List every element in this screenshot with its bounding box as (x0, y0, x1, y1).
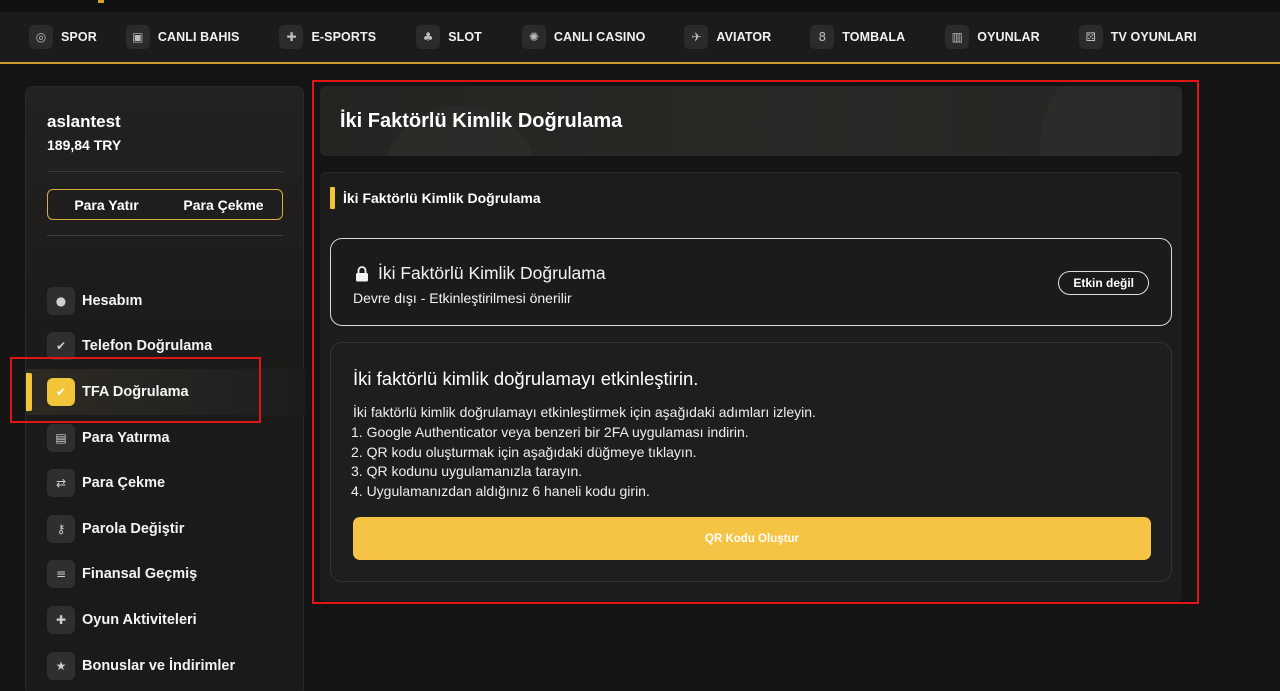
page-header: İki Faktörlü Kimlik Doğrulama (320, 86, 1182, 156)
sidebar-item-tfa-dogrulama[interactable]: ✔ TFA Doğrulama (26, 369, 305, 415)
status-title: İki Faktörlü Kimlik Doğrulama (378, 263, 606, 283)
cherry-icon: ♣ (416, 25, 441, 49)
nav-label: SPOR (61, 30, 97, 44)
bingo-ball-icon: 8 (810, 25, 835, 49)
star-icon: ★ (47, 651, 75, 680)
setup-intro: İki faktörlü kimlik doğrulamayı etkinleş… (353, 404, 816, 420)
key-icon: ⚷ (47, 514, 75, 543)
sidebar-item-label: Telefon Doğrulama (82, 338, 213, 355)
basketball-icon: ◎ (29, 25, 53, 49)
nav-item-canli-bahis[interactable]: ▣ CANLI BAHIS (125, 11, 240, 63)
verified-badge-icon: ✔ (47, 332, 75, 361)
sidebar-item-label: Oyun Aktiviteleri (82, 611, 197, 628)
nav-item-canli-casino[interactable]: ✺ CANLI CASINO (521, 11, 646, 63)
sidebar-menu: ● Hesabım ✔ Telefon Doğrulama ✔ TFA Doğr… (26, 278, 305, 688)
sidebar-item-label: Para Çekme (82, 475, 166, 492)
sidebar-item-bonuslar[interactable]: ★ Bonuslar ve İndirimler (26, 643, 305, 689)
balance: 189,84 TRY (47, 137, 122, 153)
user-icon: ● (47, 286, 75, 315)
nav-item-tv-oyunlari[interactable]: ⚄ TV OYUNLARI (1078, 11, 1197, 63)
setup-title: İki faktörlü kimlik doğrulamayı etkinleş… (353, 368, 699, 389)
nav-label: TV OYUNLARI (1110, 30, 1197, 44)
category-navbar: ◎ SPOR ▣ CANLI BAHIS ✚ E-SPORTS ♣ SLOT ✺… (0, 12, 1280, 64)
wallet-icon: ▤ (47, 423, 75, 452)
nav-item-spor[interactable]: ◎ SPOR (29, 11, 97, 63)
coins-icon: ≡ (47, 560, 75, 589)
divider (47, 235, 283, 236)
nav-label: CANLI CASINO (553, 30, 646, 44)
exchange-icon: ⇄ (47, 469, 75, 498)
status-badge: Etkin değil (1058, 271, 1149, 295)
list-item: 2. QR kodu oluşturmak için aşağıdaki düğ… (351, 443, 697, 460)
section-title-text: İki Faktörlü Kimlik Doğrulama (343, 190, 541, 206)
gamepad-icon: ✚ (279, 25, 304, 49)
logo-fragment (98, 0, 104, 3)
dice-icon: ⚄ (1078, 25, 1103, 49)
nav-label: AVIATOR (716, 30, 772, 44)
sidebar-item-parola-degistir[interactable]: ⚷ Parola Değiştir (26, 506, 305, 552)
divider (47, 171, 283, 172)
deposit-button[interactable]: Para Yatır (48, 190, 165, 219)
sidebar-item-para-yatirma[interactable]: ▤ Para Yatırma (26, 415, 305, 461)
nav-item-aviator[interactable]: ✈ AVIATOR (684, 11, 771, 63)
check-circle-icon: ✔ (47, 377, 75, 406)
list-item: 1. Google Authenticator veya benzeri bir… (351, 424, 749, 440)
nav-item-slot[interactable]: ♣ SLOT (416, 11, 482, 63)
sidebar-item-label: Bonuslar ve İndirimler (82, 657, 236, 674)
nav-label: TOMBALA (842, 30, 906, 44)
decorative-shape (1040, 86, 1182, 156)
sidebar-item-label: Hesabım (82, 292, 143, 309)
sidebar-item-label: Para Yatırma (82, 429, 170, 446)
nav-item-e-sports[interactable]: ✚ E-SPORTS (279, 11, 376, 63)
withdraw-button[interactable]: Para Çekme (165, 190, 282, 219)
nav-item-tombala[interactable]: 8 TOMBALA (810, 11, 905, 63)
section-title: İki Faktörlü Kimlik Doğrulama (330, 187, 541, 209)
tfa-status-card: İki Faktörlü Kimlik Doğrulama Devre dışı… (330, 238, 1172, 326)
sidebar-item-label: Parola Değiştir (82, 520, 185, 537)
airplane-icon: ✈ (684, 25, 709, 49)
nav-label: SLOT (448, 30, 482, 44)
account-sidebar: aslantest 189,84 TRY Para Yatır Para Çek… (25, 86, 305, 691)
sidebar-item-oyun-aktiviteleri[interactable]: ✚ Oyun Aktiviteleri (26, 597, 305, 643)
tfa-setup-card: İki faktörlü kimlik doğrulamayı etkinleş… (330, 342, 1172, 582)
sidebar-item-hesabim[interactable]: ● Hesabım (26, 278, 305, 324)
nav-item-oyunlar[interactable]: ▥ OYUNLAR (945, 11, 1040, 63)
list-item: 3. QR kodunu uygulamanızla tarayın. (351, 463, 583, 479)
setup-steps: 1. Google Authenticator veya benzeri bir… (351, 423, 749, 501)
nav-label: OYUNLAR (977, 30, 1040, 44)
gamepad-icon: ✚ (47, 605, 75, 634)
sidebar-item-finansal-gecmis[interactable]: ≡ Finansal Geçmiş (26, 552, 305, 598)
sidebar-item-telefon-dogrulama[interactable]: ✔ Telefon Doğrulama (26, 324, 305, 370)
sidebar-item-label: TFA Doğrulama (82, 383, 189, 400)
nav-label: CANLI BAHIS (157, 30, 240, 44)
lock-icon (356, 266, 368, 282)
tfa-panel: İki Faktörlü Kimlik Doğrulama İki Faktör… (320, 172, 1182, 602)
status-subtitle: Devre dışı - Etkinleştirilmesi önerilir (353, 290, 572, 306)
accent-bar (330, 187, 335, 209)
live-tv-icon: ▣ (125, 25, 150, 49)
username: aslantest (47, 112, 121, 131)
page-title: İki Faktörlü Kimlik Doğrulama (340, 110, 623, 132)
sidebar-item-para-cekme[interactable]: ⇄ Para Çekme (26, 460, 305, 506)
sidebar-item-label: Finansal Geçmiş (82, 566, 198, 583)
list-item: 4. Uygulamanızdan aldığınız 6 haneli kod… (351, 482, 650, 499)
nav-label: E-SPORTS (311, 30, 377, 44)
bar-chart-icon: ▥ (945, 25, 970, 49)
casino-chip-icon: ✺ (521, 25, 546, 49)
main-content: İki Faktörlü Kimlik Doğrulama İki Faktör… (320, 86, 1182, 602)
generate-qr-button[interactable]: QR Kodu Oluştur (353, 517, 1151, 560)
payment-buttons: Para Yatır Para Çekme (47, 189, 283, 220)
